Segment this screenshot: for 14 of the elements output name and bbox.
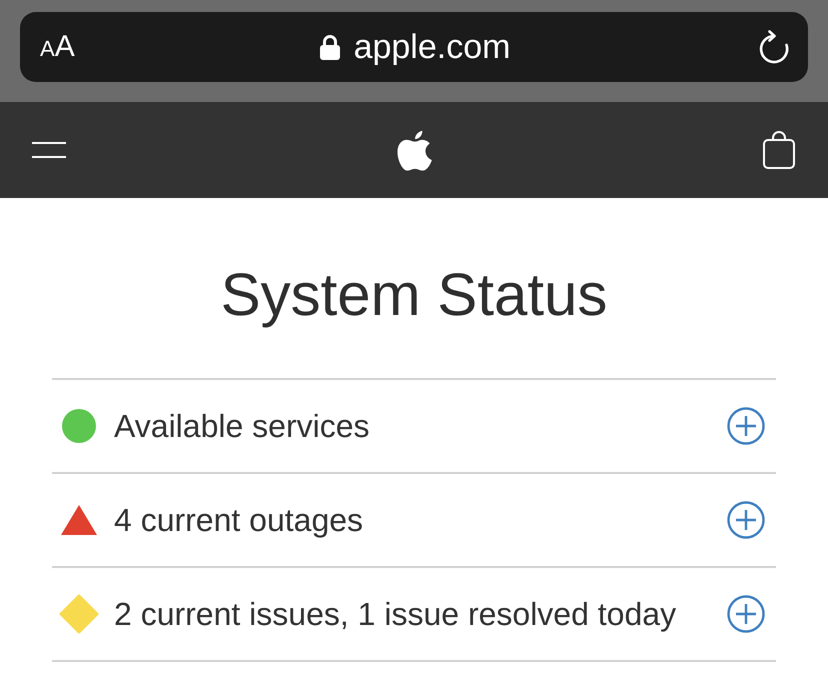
expand-icon[interactable]: [727, 595, 765, 633]
bag-icon[interactable]: [763, 131, 795, 169]
expand-icon[interactable]: [727, 407, 765, 445]
page-title: System Status: [220, 260, 608, 330]
menu-icon[interactable]: [32, 142, 66, 158]
reload-icon[interactable]: [758, 30, 790, 64]
status-label: Available services: [114, 408, 371, 444]
expand-icon[interactable]: [727, 501, 765, 539]
status-label: 2 current issues, 1 issue resolved today: [114, 596, 678, 632]
lock-icon: [320, 34, 340, 60]
url-text[interactable]: apple.com: [354, 30, 510, 64]
status-label: 4 current outages: [114, 502, 364, 538]
apple-icon[interactable]: [396, 129, 432, 171]
text-size-button[interactable]: AA: [40, 32, 75, 62]
